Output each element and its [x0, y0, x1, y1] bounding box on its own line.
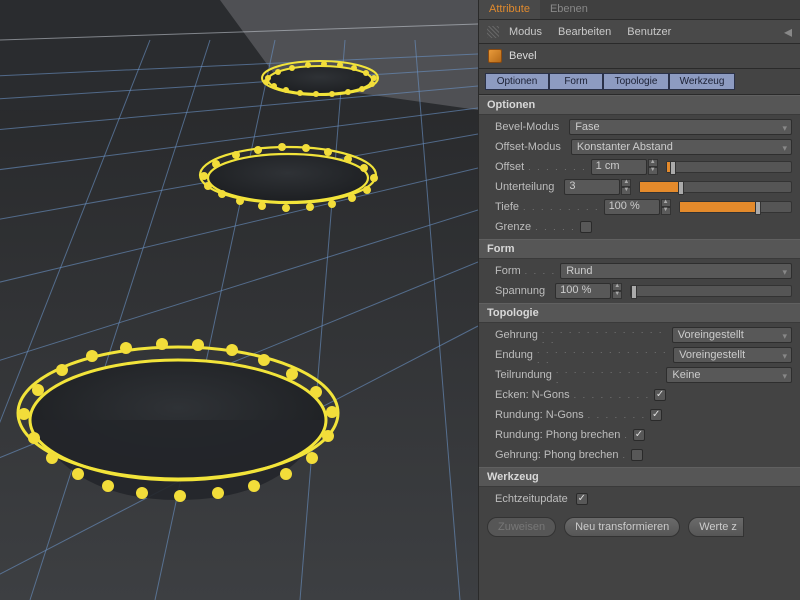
label-rundung-phong: Rundung: Phong brechen	[487, 429, 620, 441]
label-gehrung: Gehrung	[487, 329, 538, 341]
label-grenze: Grenze	[487, 221, 531, 233]
label-form: Form	[487, 265, 521, 277]
section-werkzeug: Werkzeug	[479, 467, 800, 487]
dropdown-offset-modus[interactable]: Konstanter Abstand	[571, 139, 792, 155]
tab-attribute[interactable]: Attribute	[479, 0, 540, 19]
spinner-spannung[interactable]: 100 % ▲▼	[555, 283, 622, 299]
dropdown-teilrundung[interactable]: Keine	[666, 367, 792, 383]
menu-modus[interactable]: Modus	[503, 24, 548, 40]
grip-icon	[487, 26, 499, 38]
label-bevel-modus: Bevel-Modus	[487, 121, 559, 133]
checkbox-grenze[interactable]	[580, 221, 592, 233]
slider-unterteilung[interactable]	[639, 181, 792, 193]
checkbox-rundung-phong[interactable]	[633, 429, 645, 441]
panel-tabbar: Attribute Ebenen	[479, 0, 800, 20]
subtab-optionen[interactable]: Optionen	[485, 73, 549, 90]
label-endung: Endung	[487, 349, 533, 361]
tool-header: Bevel	[479, 44, 800, 69]
spinner-offset[interactable]: 1 cm ▲▼	[591, 159, 658, 175]
button-neu-transformieren[interactable]: Neu transformieren	[564, 517, 680, 537]
section-form: Form	[479, 239, 800, 259]
label-spannung: Spannung	[487, 285, 545, 297]
menu-benutzer[interactable]: Benutzer	[621, 24, 677, 40]
checkbox-ecken-ngons[interactable]	[654, 389, 666, 401]
dropdown-endung[interactable]: Voreingestellt	[673, 347, 792, 363]
section-topologie: Topologie	[479, 303, 800, 323]
subtab-topologie[interactable]: Topologie	[603, 73, 669, 90]
slider-tiefe[interactable]	[679, 201, 792, 213]
attribute-panel: Attribute Ebenen Modus Bearbeiten Benutz…	[478, 0, 800, 600]
nav-arrow-icon[interactable]: ◂	[784, 22, 792, 42]
label-ecken-ngons: Ecken: N-Gons	[487, 389, 570, 401]
viewport-3d[interactable]	[0, 0, 478, 600]
label-tiefe: Tiefe	[487, 201, 519, 213]
label-offset: Offset	[487, 161, 524, 173]
checkbox-gehrung-phong[interactable]	[631, 449, 643, 461]
dropdown-form[interactable]: Rund	[560, 263, 792, 279]
section-optionen: Optionen	[479, 95, 800, 115]
slider-offset[interactable]	[666, 161, 792, 173]
button-zuweisen[interactable]: Zuweisen	[487, 517, 556, 537]
label-rundung-ngons: Rundung: N-Gons	[487, 409, 584, 421]
tool-name: Bevel	[509, 50, 537, 62]
label-echtzeit: Echtzeitupdate	[487, 493, 568, 505]
menu-bearbeiten[interactable]: Bearbeiten	[552, 24, 617, 40]
subtab-bar: Optionen Form Topologie Werkzeug	[479, 69, 800, 95]
subtab-form[interactable]: Form	[549, 73, 603, 90]
label-offset-modus: Offset-Modus	[487, 141, 561, 153]
checkbox-echtzeit[interactable]	[576, 493, 588, 505]
viewport-svg	[0, 0, 478, 600]
label-unterteilung: Unterteilung	[487, 181, 554, 193]
bevel-icon	[487, 48, 503, 64]
slider-spannung[interactable]	[630, 285, 792, 297]
dropdown-bevel-modus[interactable]: Fase	[569, 119, 792, 135]
dropdown-gehrung[interactable]: Voreingestellt	[672, 327, 792, 343]
button-werte[interactable]: Werte z	[688, 517, 744, 537]
panel-menubar: Modus Bearbeiten Benutzer ◂	[479, 20, 800, 44]
checkbox-rundung-ngons[interactable]	[650, 409, 662, 421]
label-gehrung-phong: Gehrung: Phong brechen	[487, 449, 619, 461]
subtab-werkzeug[interactable]: Werkzeug	[669, 73, 735, 90]
tab-ebenen[interactable]: Ebenen	[540, 0, 598, 19]
label-teilrundung: Teilrundung	[487, 369, 552, 381]
spinner-tiefe[interactable]: 100 % ▲▼	[604, 199, 671, 215]
spinner-unterteilung[interactable]: 3 ▲▼	[564, 179, 631, 195]
